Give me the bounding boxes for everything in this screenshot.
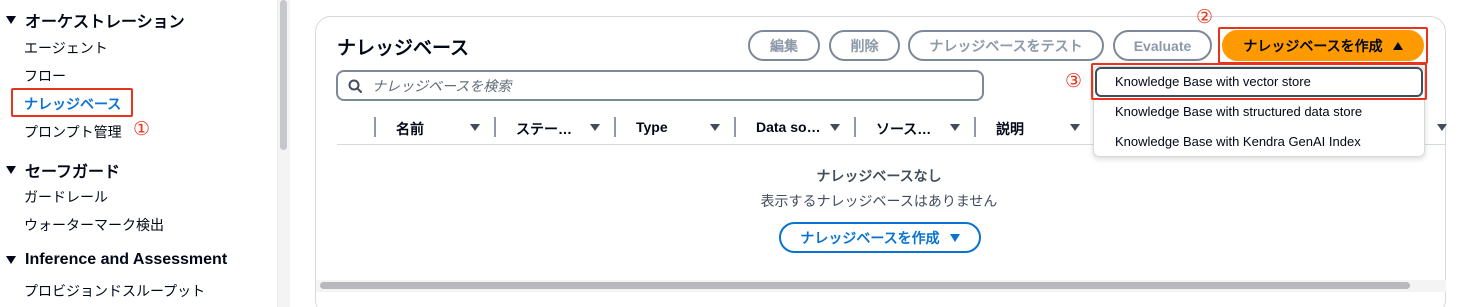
- sidebar-item-flows[interactable]: フロー: [24, 66, 66, 86]
- caret-down-icon: [6, 16, 16, 24]
- test-knowledge-base-button[interactable]: ナレッジベースをテスト: [908, 30, 1104, 61]
- edit-button[interactable]: 編集: [748, 30, 820, 61]
- section-orchestration-toggle[interactable]: オーケストレーション: [6, 8, 185, 32]
- annotation-marker-1: ①: [133, 119, 151, 140]
- table-scroll-thumb[interactable]: [320, 282, 1410, 289]
- sidebar-item-watermark-detection[interactable]: ウォーターマーク検出: [24, 215, 164, 235]
- sort-icon[interactable]: [590, 124, 600, 131]
- annotation-marker-2: ②: [1196, 7, 1214, 28]
- annotation-marker-3: ③: [1065, 71, 1083, 92]
- column-header-source[interactable]: ソース…: [876, 119, 931, 139]
- column-header-name[interactable]: 名前: [396, 119, 424, 139]
- column-separator[interactable]: [614, 117, 616, 137]
- sort-icon[interactable]: [1437, 124, 1447, 131]
- search-icon: [348, 79, 362, 93]
- column-separator[interactable]: [734, 117, 736, 137]
- sort-icon[interactable]: [830, 124, 840, 131]
- sidebar: オーケストレーション エージェント フロー ナレッジベース プロンプト管理 セー…: [0, 0, 276, 307]
- empty-state-title: ナレッジベースなし: [816, 168, 942, 184]
- sort-icon[interactable]: [470, 124, 480, 131]
- section-title: オーケストレーション: [25, 14, 185, 31]
- caret-down-icon: [6, 256, 16, 264]
- dropdown-item-kendra-index[interactable]: Knowledge Base with Kendra GenAI Index: [1115, 134, 1361, 149]
- column-header-status[interactable]: ステー…: [516, 119, 572, 139]
- empty-state-description: 表示するナレッジベースはありません: [760, 193, 998, 209]
- evaluate-button[interactable]: Evaluate: [1113, 30, 1212, 61]
- sidebar-item-prompt-management[interactable]: プロンプト管理: [24, 122, 122, 142]
- column-separator[interactable]: [854, 117, 856, 137]
- empty-create-label: ナレッジベースを作成: [800, 229, 940, 246]
- highlight-box-knowledge-bases: [11, 88, 133, 117]
- sort-icon[interactable]: [1070, 124, 1080, 131]
- column-header-description[interactable]: 説明: [996, 119, 1024, 139]
- column-separator[interactable]: [494, 117, 496, 137]
- column-separator[interactable]: [374, 117, 376, 137]
- sort-icon[interactable]: [710, 124, 720, 131]
- search-input[interactable]: ナレッジベースを検索: [336, 70, 984, 101]
- page-title: ナレッジベース: [337, 38, 470, 59]
- dropdown-item-structured-data-store[interactable]: Knowledge Base with structured data stor…: [1115, 104, 1362, 119]
- column-header-data-source[interactable]: Data so…: [756, 119, 821, 135]
- sidebar-item-provisioned-throughput[interactable]: プロビジョンドスループット: [24, 281, 205, 301]
- sidebar-scroll-thumb[interactable]: [280, 0, 287, 150]
- sort-icon[interactable]: [950, 124, 960, 131]
- section-title: Inference and Assessment: [25, 251, 228, 268]
- delete-button[interactable]: 削除: [829, 30, 900, 61]
- highlight-box-create-button: [1218, 27, 1428, 64]
- search-placeholder: ナレッジベースを検索: [372, 77, 512, 94]
- sidebar-item-agents[interactable]: エージェント: [24, 38, 108, 58]
- caret-down-icon: [949, 233, 960, 242]
- column-header-type[interactable]: Type: [636, 119, 668, 135]
- section-inference-toggle[interactable]: Inference and Assessment: [6, 251, 227, 269]
- highlight-box-vector-store: [1091, 63, 1427, 100]
- column-separator[interactable]: [974, 117, 976, 137]
- empty-state-create-button[interactable]: ナレッジベースを作成: [779, 222, 981, 253]
